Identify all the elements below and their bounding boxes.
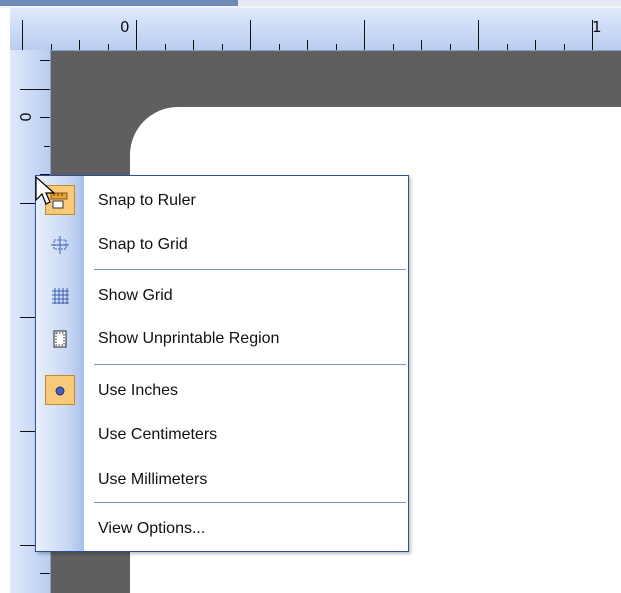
ruler-tick [164,44,166,50]
menu-item-use-inches[interactable]: Use Inches [36,370,408,412]
ruler-tick [535,40,536,50]
ruler-side-label-0: 0 [15,112,34,122]
ruler-tick [193,40,194,50]
ruler-tick [79,40,80,50]
ruler-tick [506,44,508,50]
ruler-tick [136,20,137,50]
menu-item-show-unprintable-region[interactable]: Show Unprintable Region [36,318,408,360]
menu-item-label: View Options... [98,520,206,537]
horizontal-ruler[interactable]: 0 1 [10,8,621,51]
ruler-tick [307,40,308,50]
ruler-tick [22,20,23,50]
menu-item-label: Snap to Ruler [98,192,196,209]
ruler-tick [592,20,593,50]
window-top-border [0,0,621,6]
menu-item-snap-to-ruler[interactable]: Snap to Ruler [36,180,408,222]
menu-item-use-millimeters[interactable]: Use Millimeters [36,459,408,501]
ruler-tick [449,44,451,50]
ruler-tick [40,117,50,118]
menu-item-snap-to-grid[interactable]: Snap to Grid [36,224,408,266]
ruler-tick [278,44,280,50]
ruler-tick [392,44,394,50]
ruler-tick [221,44,223,50]
window-top-border-dark [0,0,238,6]
ruler-tick [364,20,365,50]
radio-dot-icon [55,386,65,396]
menu-item-label: Use Millimeters [98,471,208,488]
ruler-label-1: 1 [592,18,602,36]
ruler-tick [421,40,422,50]
grid-icon [52,288,69,304]
ruler-tick [250,20,251,50]
ruler-tick [20,88,50,90]
ruler-tick [335,44,337,50]
ruler-tick [563,44,565,50]
ruler-tick [107,44,109,50]
unprintable-region-icon [53,330,67,348]
menu-item-show-grid[interactable]: Show Grid [36,275,408,317]
menu-item-label: Use Centimeters [98,426,218,443]
menu-item-view-options[interactable]: View Options... [36,508,408,550]
ruler-corner [0,8,10,593]
menu-item-label: Snap to Grid [98,236,188,253]
ruler-tick [40,573,50,574]
view-context-menu: Snap to Ruler Snap to Grid Show Grid Sho… [35,175,409,552]
menu-item-label: Show Grid [98,287,173,304]
menu-separator [94,364,406,365]
mouse-cursor-icon [35,176,56,205]
ruler-tick [478,20,479,50]
ruler-label-0: 0 [120,18,130,36]
grid-snap-icon [51,236,69,254]
ruler-tick [40,60,50,61]
menu-item-label: Use Inches [98,382,179,399]
menu-item-label: Show Unprintable Region [98,330,280,347]
menu-separator [94,269,406,270]
menu-item-use-centimeters[interactable]: Use Centimeters [36,414,408,456]
menu-separator [94,502,406,503]
ruler-tick [44,145,50,147]
